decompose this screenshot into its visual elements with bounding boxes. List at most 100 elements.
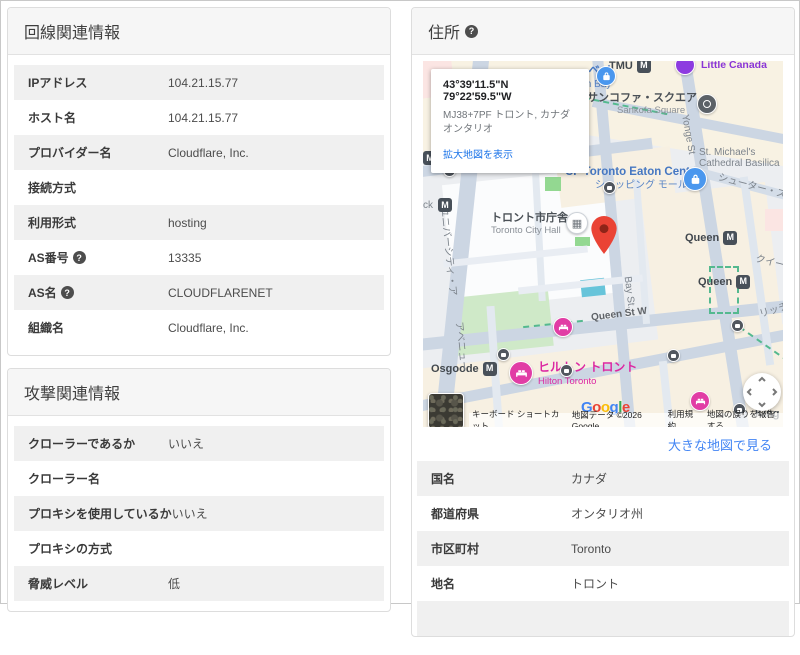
hotel-icon[interactable] — [509, 361, 533, 385]
row-value: カナダ — [571, 470, 607, 487]
row-label: IPアドレス — [28, 74, 168, 91]
row-value: 低 — [168, 575, 180, 592]
row-label: クローラー名 — [28, 470, 168, 487]
open-large-map-link[interactable]: 大きな地図で見る — [668, 438, 772, 453]
transit-stop-icon[interactable] — [603, 181, 616, 194]
transit-stop-icon[interactable] — [560, 364, 573, 377]
subway-icon[interactable]: M — [723, 231, 737, 245]
view-larger-map-link[interactable]: 拡大地図を表示 — [443, 146, 513, 161]
row-value: CLOUDFLARENET — [168, 286, 273, 300]
help-icon[interactable]: ? — [61, 286, 74, 299]
row-label: 組織名 — [28, 319, 168, 336]
map-label-queen-station[interactable]: Queen M — [685, 231, 737, 245]
row-label: プロバイダー名 — [28, 144, 168, 161]
left-column: 回線関連情報 IPアドレス 104.21.15.77 ホスト名 104.21.1… — [7, 7, 391, 649]
map-label-ck: ck — [423, 200, 433, 211]
row-proxy-type: プロキシの方式 — [14, 531, 384, 566]
row-label: プロキシの方式 — [28, 540, 168, 557]
row-organization: 組織名 Cloudflare, Inc. — [14, 310, 384, 345]
help-icon[interactable]: ? — [465, 25, 478, 38]
map-green-area — [575, 237, 590, 246]
satellite-view-toggle[interactable] — [428, 393, 464, 427]
plus-code-address: MJ38+7PF トロント, カナダ オンタリオ — [443, 109, 577, 137]
row-label: プロキシを使用しているか — [28, 505, 172, 522]
shopping-icon[interactable] — [596, 66, 616, 86]
keyboard-shortcuts-link[interactable]: キーボード ショートカット — [472, 408, 562, 427]
row-value: トロント — [571, 575, 619, 592]
page: 回線関連情報 IPアドレス 104.21.15.77 ホスト名 104.21.1… — [1, 1, 799, 655]
row-value: Toronto — [571, 542, 611, 556]
terms-link[interactable]: 利用規約 — [668, 408, 697, 427]
row-label: 市区町村 — [431, 540, 571, 557]
row-label-text: AS番号 — [28, 249, 69, 266]
row-value: いいえ — [168, 435, 204, 452]
transit-stop-icon[interactable] — [667, 349, 680, 362]
row-label: 脅威レベル — [28, 575, 168, 592]
attraction-icon[interactable] — [697, 94, 717, 114]
map-label-tmu-station[interactable]: TMU M — [609, 61, 651, 73]
map-label-little-canada[interactable]: Little Canada — [701, 61, 767, 72]
row-label: AS名 ? — [28, 284, 168, 301]
map-label-hilton-toronto[interactable]: ヒルトン トロント Hilton Toronto — [538, 361, 637, 388]
row-as-number: AS番号 ? 13335 — [14, 240, 384, 275]
row-country: 国名 カナダ — [417, 461, 789, 496]
map-label-city-hall[interactable]: トロント市庁舎 Toronto City Hall — [491, 212, 568, 237]
row-value: 104.21.15.77 — [168, 111, 238, 125]
row-connection-type: 接続方式 — [14, 170, 384, 205]
row-value: いいえ — [172, 505, 208, 522]
row-partial — [417, 601, 789, 636]
row-is-crawler: クローラーであるか いいえ — [14, 426, 384, 461]
transit-stop-icon[interactable] — [497, 348, 510, 361]
row-label: 国名 — [431, 470, 571, 487]
row-value: Cloudflare, Inc. — [168, 146, 249, 160]
panel-line-info-body: IPアドレス 104.21.15.77 ホスト名 104.21.15.77 プロ… — [8, 55, 390, 355]
panel-attack-info: 攻撃関連情報 クローラーであるか いいえ クローラー名 プロキシを使用しているか… — [7, 368, 391, 612]
shopping-icon[interactable] — [683, 167, 707, 191]
panel-address-title: 住所 ? — [412, 8, 794, 55]
google-map[interactable]: ベイ On Bay TMU M Little Canada サンコファ・スクエア… — [423, 61, 783, 427]
row-usage-type: 利用形式 hosting — [14, 205, 384, 240]
subway-icon[interactable]: M — [637, 61, 651, 73]
location-pin[interactable] — [591, 216, 617, 259]
row-label: 接続方式 — [28, 179, 168, 196]
subway-icon[interactable]: M — [483, 362, 497, 376]
row-label: 地名 — [431, 575, 571, 592]
row-place-name: 地名 トロント — [417, 566, 789, 601]
row-hostname: ホスト名 104.21.15.77 — [14, 100, 384, 135]
map-green-area — [545, 177, 561, 191]
row-ip-address: IPアドレス 104.21.15.77 — [14, 65, 384, 100]
row-as-name: AS名 ? CLOUDFLARENET — [14, 275, 384, 310]
map-container: ベイ On Bay TMU M Little Canada サンコファ・スクエア… — [412, 55, 794, 459]
row-provider: プロバイダー名 Cloudflare, Inc. — [14, 135, 384, 170]
city-hall-icon[interactable]: ▦ — [566, 212, 588, 234]
row-value: 13335 — [168, 251, 201, 265]
help-icon[interactable]: ? — [73, 251, 86, 264]
map-label-st-michaels[interactable]: St. Michael's Cathedral Basilica — [699, 147, 780, 169]
panel-address: 住所 ? — [411, 7, 795, 637]
map-label-queen-station[interactable]: Queen M — [698, 275, 750, 289]
panel-line-info: 回線関連情報 IPアドレス 104.21.15.77 ホスト名 104.21.1… — [7, 7, 391, 356]
row-threat-level: 脅威レベル 低 — [14, 566, 384, 601]
row-crawler-name: クローラー名 — [14, 461, 384, 496]
pan-control[interactable] — [743, 373, 781, 411]
map-attribution: キーボード ショートカット 地図データ ©2026 Google 利用規約 地図… — [469, 413, 783, 427]
subway-icon[interactable]: M — [438, 198, 452, 212]
row-label: クローラーであるか — [28, 435, 168, 452]
hotel-icon[interactable] — [553, 317, 573, 337]
row-label: 利用形式 — [28, 214, 168, 231]
row-label: ホスト名 — [28, 109, 168, 126]
row-value: Cloudflare, Inc. — [168, 321, 249, 335]
row-value: hosting — [168, 216, 207, 230]
row-label: AS番号 ? — [28, 249, 168, 266]
row-uses-proxy: プロキシを使用しているか いいえ — [14, 496, 384, 531]
panel-attack-info-body: クローラーであるか いいえ クローラー名 プロキシを使用しているか いいえ プロ… — [8, 416, 390, 611]
transit-loop — [709, 266, 739, 314]
subway-icon[interactable]: M — [736, 275, 750, 289]
map-link-row: 大きな地図で見る — [423, 427, 783, 459]
row-label-text: AS名 — [28, 284, 57, 301]
map-label-sankofa-square[interactable]: サンコファ・スクエア Sankofa Square — [587, 92, 697, 117]
transit-stop-icon[interactable] — [731, 319, 744, 332]
address-table: 国名 カナダ 都道府県 オンタリオ州 市区町村 Toronto 地名 トロント — [412, 459, 794, 636]
coordinates-label: 43°39'11.5"N 79°22'59.5"W — [443, 79, 577, 103]
map-info-card: 43°39'11.5"N 79°22'59.5"W MJ38+7PF トロント,… — [431, 69, 589, 173]
